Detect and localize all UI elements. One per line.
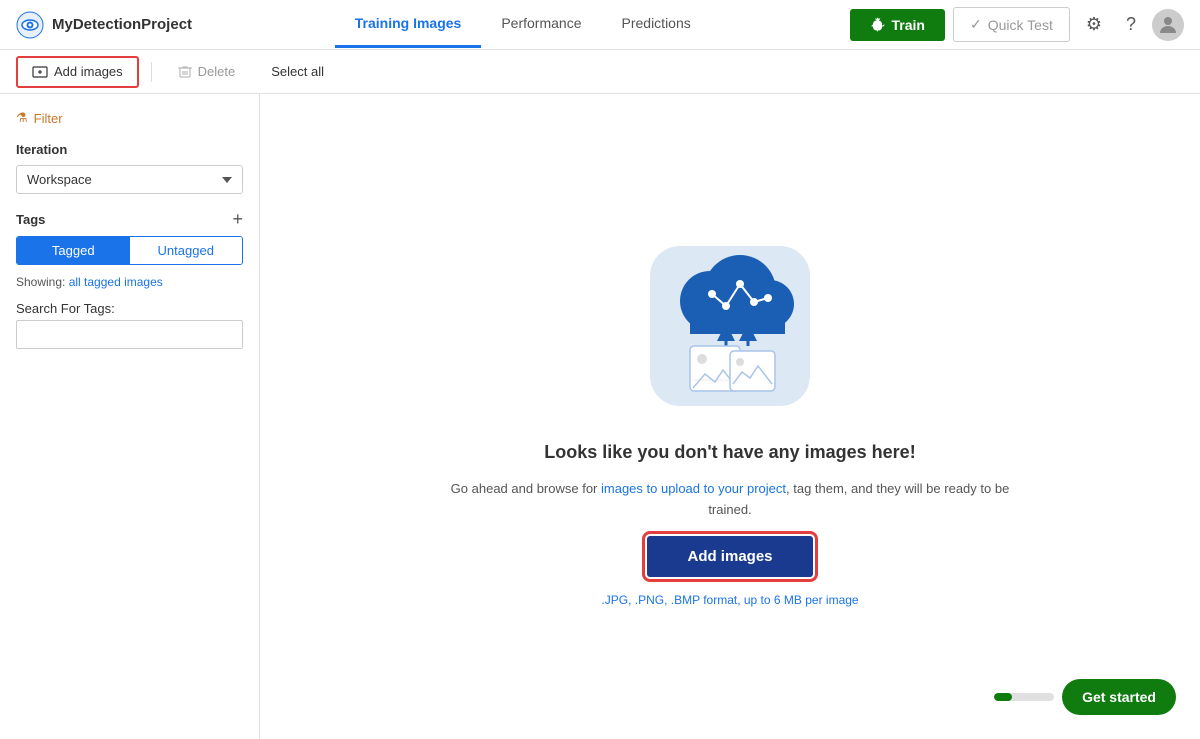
delete-icon: [178, 65, 192, 79]
untagged-button[interactable]: Untagged: [130, 237, 243, 264]
gear-train-icon: [870, 17, 886, 33]
sidebar: ⚗ Filter Iteration Workspace Tags + Tagg…: [0, 94, 260, 739]
iteration-label: Iteration: [16, 142, 243, 157]
add-images-main-button[interactable]: Add images: [647, 536, 812, 577]
get-started-progress: [994, 693, 1054, 701]
get-started-button[interactable]: Get started: [1062, 679, 1176, 715]
train-button[interactable]: Train: [850, 9, 945, 41]
empty-desc-link[interactable]: images to upload to your project: [601, 481, 786, 496]
add-tag-button[interactable]: +: [232, 210, 243, 228]
empty-state-description: Go ahead and browse for images to upload…: [430, 479, 1030, 521]
filter-row[interactable]: ⚗ Filter: [16, 110, 243, 126]
main-nav: Training Images Performance Predictions: [212, 1, 834, 48]
showing-prefix: Showing:: [16, 275, 69, 289]
get-started-bar: [994, 693, 1012, 701]
add-images-icon: [32, 64, 48, 80]
tags-header: Tags +: [16, 210, 243, 228]
settings-button[interactable]: ⚙: [1078, 10, 1110, 39]
content-toolbar: Add images Delete Select all: [0, 50, 1200, 94]
empty-state-title: Looks like you don't have any images her…: [544, 442, 915, 463]
add-images-toolbar-label: Add images: [54, 64, 123, 79]
help-icon: ?: [1126, 14, 1136, 34]
tab-predictions[interactable]: Predictions: [602, 1, 711, 48]
tab-performance[interactable]: Performance: [481, 1, 601, 48]
tags-label: Tags: [16, 212, 45, 227]
avatar-icon: [1156, 13, 1180, 37]
empty-state: Looks like you don't have any images her…: [430, 226, 1030, 608]
showing-link[interactable]: all tagged images: [69, 275, 163, 289]
add-images-toolbar-button[interactable]: Add images: [16, 56, 139, 88]
get-started-container: Get started: [994, 679, 1176, 715]
settings-icon: ⚙: [1086, 14, 1102, 34]
select-all-label: Select all: [271, 64, 324, 79]
filter-label: Filter: [34, 111, 63, 126]
quick-test-button[interactable]: ✓ Quick Test: [953, 7, 1070, 42]
project-name: MyDetectionProject: [52, 16, 192, 33]
app-logo-icon: [16, 11, 44, 39]
main-content: Looks like you don't have any images her…: [260, 94, 1200, 739]
empty-desc-before: Go ahead and browse for: [451, 481, 601, 496]
format-info: .JPG, .PNG, .BMP format, up to 6 MB per …: [601, 593, 858, 607]
showing-text: Showing: all tagged images: [16, 275, 243, 289]
tagged-button[interactable]: Tagged: [17, 237, 130, 264]
delete-button[interactable]: Delete: [164, 58, 250, 85]
filter-icon: ⚗: [16, 110, 28, 126]
tab-training-images[interactable]: Training Images: [335, 1, 482, 48]
main-layout: ⚗ Filter Iteration Workspace Tags + Tagg…: [0, 94, 1200, 739]
empty-state-illustration: [630, 226, 830, 426]
logo-area: MyDetectionProject: [16, 11, 196, 39]
quick-test-label: Quick Test: [988, 17, 1053, 33]
tags-toggle: Tagged Untagged: [16, 236, 243, 265]
train-button-label: Train: [892, 17, 925, 33]
search-tags-input[interactable]: [16, 320, 243, 349]
app-header: MyDetectionProject Training Images Perfo…: [0, 0, 1200, 50]
help-button[interactable]: ?: [1118, 10, 1144, 39]
search-tags-label: Search For Tags:: [16, 301, 243, 316]
select-all-button[interactable]: Select all: [257, 58, 338, 85]
iteration-select[interactable]: Workspace: [16, 165, 243, 194]
header-actions: Train ✓ Quick Test ⚙ ?: [850, 7, 1184, 42]
delete-label: Delete: [198, 64, 236, 79]
toolbar-divider: [151, 62, 152, 82]
avatar[interactable]: [1152, 9, 1184, 41]
